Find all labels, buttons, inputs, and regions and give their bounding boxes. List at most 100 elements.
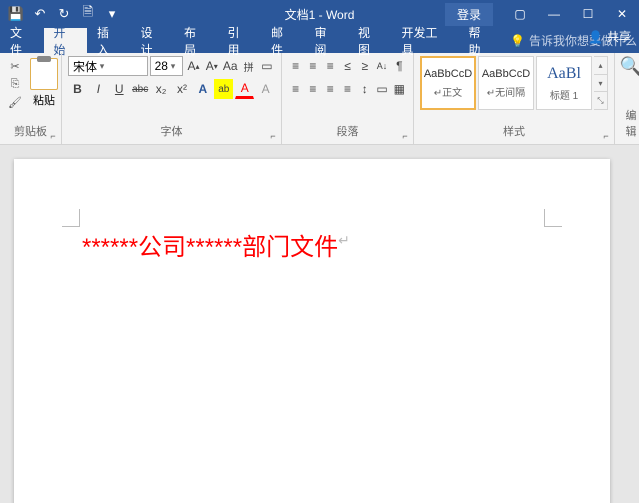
tab-help[interactable]: 帮助 <box>459 28 503 53</box>
style-preview: AaBbCcD <box>482 68 530 80</box>
tab-mailings[interactable]: 邮件 <box>261 28 305 53</box>
share-button[interactable]: 👤 共享 <box>588 28 631 45</box>
document-content: ******公司******部门文件 <box>82 234 338 261</box>
gallery-up-button[interactable]: ▴ <box>594 57 607 75</box>
character-border-button[interactable]: ▭ <box>259 56 275 76</box>
document-area[interactable]: ******公司******部门文件↵ <box>0 145 639 503</box>
gallery-more-button[interactable]: ⤡ <box>594 92 607 109</box>
underline-button[interactable]: U <box>110 79 129 99</box>
superscript-button[interactable]: x² <box>173 79 192 99</box>
group-font-label: 字体 <box>68 121 275 141</box>
increase-indent-button[interactable]: ≥ <box>357 56 372 76</box>
font-size-combo[interactable]: 28▾ <box>150 56 184 76</box>
decrease-indent-button[interactable]: ≤ <box>340 56 355 76</box>
subscript-button[interactable]: x₂ <box>152 79 171 99</box>
document-text[interactable]: ******公司******部门文件↵ <box>82 231 542 266</box>
new-doc-button[interactable]: 🗎 <box>78 4 98 24</box>
ribbon-display-options-button[interactable]: ▢ <box>503 0 537 28</box>
tab-insert[interactable]: 插入 <box>87 28 131 53</box>
save-button[interactable]: 💾 <box>6 4 26 24</box>
paragraph-launcher[interactable]: ⌐ <box>399 130 411 142</box>
login-button[interactable]: 登录 <box>445 3 493 26</box>
style-heading1[interactable]: AaBl 标题 1 <box>536 56 592 110</box>
text-effects-button[interactable]: A <box>193 79 212 99</box>
font-launcher[interactable]: ⌐ <box>267 130 279 142</box>
multilevel-list-button[interactable]: ≡ <box>323 56 338 76</box>
tab-references[interactable]: 引用 <box>218 28 262 53</box>
quick-access-toolbar: 💾 ↶ ↻ 🗎 ▾ <box>0 4 122 24</box>
group-editing-label: 编辑 <box>621 105 639 141</box>
paragraph-mark-icon: ↵ <box>338 232 350 248</box>
paste-icon <box>30 58 58 90</box>
ribbon-tabs: 文件 开始 插入 设计 布局 引用 邮件 审阅 视图 开发工具 帮助 💡 👤 共… <box>0 28 639 53</box>
find-button[interactable]: 🔍 <box>621 56 639 76</box>
font-color-button[interactable]: A <box>235 79 254 99</box>
gallery-down-button[interactable]: ▾ <box>594 75 607 93</box>
align-left-button[interactable]: ≡ <box>288 79 303 99</box>
clipboard-launcher[interactable]: ⌐ <box>47 130 59 142</box>
styles-launcher[interactable]: ⌐ <box>600 130 612 142</box>
chevron-down-icon[interactable]: ▾ <box>168 61 178 72</box>
tab-review[interactable]: 审阅 <box>305 28 349 53</box>
group-editing: 🔍 编辑 <box>615 53 639 144</box>
chevron-down-icon[interactable]: ▾ <box>97 61 107 72</box>
numbering-button[interactable]: ≡ <box>305 56 320 76</box>
format-painter-button[interactable]: 🖌 <box>6 94 24 110</box>
cut-button[interactable]: ✂ <box>6 58 24 74</box>
shrink-font-button[interactable]: A▾ <box>204 56 220 76</box>
bold-button[interactable]: B <box>68 79 87 99</box>
group-clipboard: ✂ ⎘ 🖌 粘贴 剪贴板 ⌐ <box>0 53 62 144</box>
minimize-button[interactable]: — <box>537 0 571 28</box>
style-gallery-scroll: ▴ ▾ ⤡ <box>594 56 608 110</box>
style-name: 标题 1 <box>550 87 578 102</box>
undo-button[interactable]: ↶ <box>30 4 50 24</box>
style-preview: AaBbCcD <box>424 68 472 80</box>
close-button[interactable]: ✕ <box>605 0 639 28</box>
strikethrough-button[interactable]: abc <box>131 79 150 99</box>
maximize-button[interactable]: ☐ <box>571 0 605 28</box>
lightbulb-icon: 💡 <box>510 34 525 48</box>
style-name: ↵正文 <box>434 84 462 99</box>
style-name: ↵无间隔 <box>487 84 525 99</box>
borders-button[interactable]: ▦ <box>392 79 407 99</box>
group-paragraph-label: 段落 <box>288 121 407 141</box>
justify-button[interactable]: ≡ <box>340 79 355 99</box>
italic-button[interactable]: I <box>89 79 108 99</box>
tab-design[interactable]: 设计 <box>131 28 175 53</box>
line-spacing-button[interactable]: ↕ <box>357 79 372 99</box>
grow-font-button[interactable]: A▴ <box>185 56 201 76</box>
show-marks-button[interactable]: ¶ <box>392 56 407 76</box>
bullets-button[interactable]: ≡ <box>288 56 303 76</box>
font-name-combo[interactable]: 宋体▾ <box>68 56 148 76</box>
align-right-button[interactable]: ≡ <box>323 79 338 99</box>
style-normal[interactable]: AaBbCcD ↵正文 <box>420 56 476 110</box>
tab-layout[interactable]: 布局 <box>174 28 218 53</box>
margin-mark-top-left <box>62 209 80 227</box>
group-styles-label: 样式 <box>420 121 608 141</box>
phonetic-guide-button[interactable]: 拼 <box>241 56 257 76</box>
style-preview: AaBl <box>547 65 581 83</box>
copy-button[interactable]: ⎘ <box>6 76 24 92</box>
tab-home[interactable]: 开始 <box>44 28 88 53</box>
tab-file[interactable]: 文件 <box>0 28 44 53</box>
redo-button[interactable]: ↻ <box>54 4 74 24</box>
clear-formatting-button[interactable]: A <box>256 79 275 99</box>
share-icon: 👤 <box>588 30 603 44</box>
change-case-button[interactable]: Aa <box>222 56 239 76</box>
tab-view[interactable]: 视图 <box>348 28 392 53</box>
style-gallery: AaBbCcD ↵正文 AaBbCcD ↵无间隔 AaBl 标题 1 ▴ ▾ ⤡ <box>420 56 608 110</box>
share-label: 共享 <box>607 28 631 45</box>
group-font: 宋体▾ 28▾ A▴ A▾ Aa 拼 ▭ B I U abc x₂ x² A a… <box>62 53 282 144</box>
style-no-spacing[interactable]: AaBbCcD ↵无间隔 <box>478 56 534 110</box>
align-center-button[interactable]: ≡ <box>305 79 320 99</box>
group-paragraph: ≡ ≡ ≡ ≤ ≥ A↓ ¶ ≡ ≡ ≡ ≡ ↕ ▭ ▦ 段落 ⌐ <box>282 53 414 144</box>
page[interactable]: ******公司******部门文件↵ <box>14 159 610 503</box>
highlight-button[interactable]: ab <box>214 79 233 99</box>
document-title: 文档1 - Word <box>285 6 355 23</box>
paste-button[interactable]: 粘贴 <box>28 56 60 112</box>
margin-mark-top-right <box>544 209 562 227</box>
qat-customize-button[interactable]: ▾ <box>102 4 122 24</box>
tab-developer[interactable]: 开发工具 <box>392 28 459 53</box>
sort-button[interactable]: A↓ <box>374 56 389 76</box>
shading-button[interactable]: ▭ <box>374 79 389 99</box>
